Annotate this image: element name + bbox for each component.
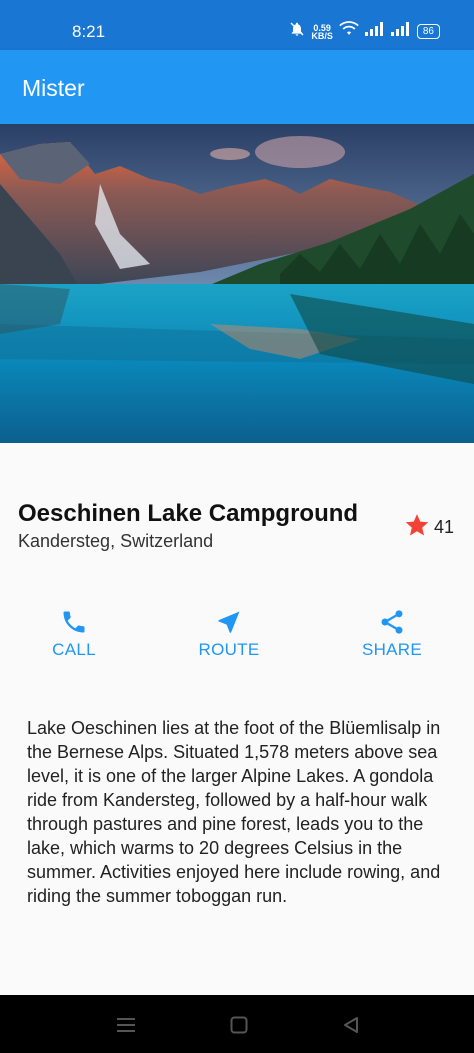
call-button[interactable]: CALL [14, 608, 134, 660]
description-text: Lake Oeschinen lies at the foot of the B… [27, 718, 441, 906]
favorite-count: 41 [433, 517, 454, 537]
call-label: CALL [52, 640, 96, 659]
title-section: Oeschinen Lake Campground Kandersteg, Sw… [18, 500, 456, 560]
app-title: Mister [22, 75, 85, 101]
network-speed-unit: KB/S [311, 30, 333, 41]
star-icon[interactable] [404, 512, 430, 543]
signal-icon-1 [364, 22, 385, 41]
favorite-toggle[interactable]: 41 [404, 512, 454, 543]
place-title: Oeschinen Lake Campground [18, 500, 359, 527]
signal-icon-2 [390, 22, 411, 41]
wifi-icon [339, 21, 359, 42]
home-nav-button[interactable] [230, 1016, 248, 1039]
share-label: SHARE [361, 640, 423, 659]
route-label: ROUTE [198, 640, 260, 659]
network-speed: 0.59 KB/S [311, 23, 333, 41]
share-icon[interactable] [332, 608, 452, 636]
lake-photo [0, 124, 474, 443]
system-navigation-bar [0, 995, 474, 1053]
app-bar: Mister [0, 50, 474, 124]
share-button[interactable]: SHARE [332, 608, 452, 660]
back-nav-button[interactable] [343, 1016, 359, 1039]
status-bar: 8:21 0.59 KB/S 86 [0, 0, 474, 50]
battery-icon: 86 [416, 24, 440, 39]
navigation-arrow-icon[interactable] [169, 608, 289, 636]
phone-icon[interactable] [14, 608, 134, 636]
route-button[interactable]: ROUTE [169, 608, 289, 660]
mute-bell-icon [289, 21, 305, 42]
status-time: 8:21 [72, 22, 106, 41]
menu-nav-button[interactable] [117, 1017, 135, 1038]
place-location: Kandersteg, Switzerland [18, 531, 214, 551]
status-icons: 0.59 KB/S 86 [289, 21, 440, 42]
